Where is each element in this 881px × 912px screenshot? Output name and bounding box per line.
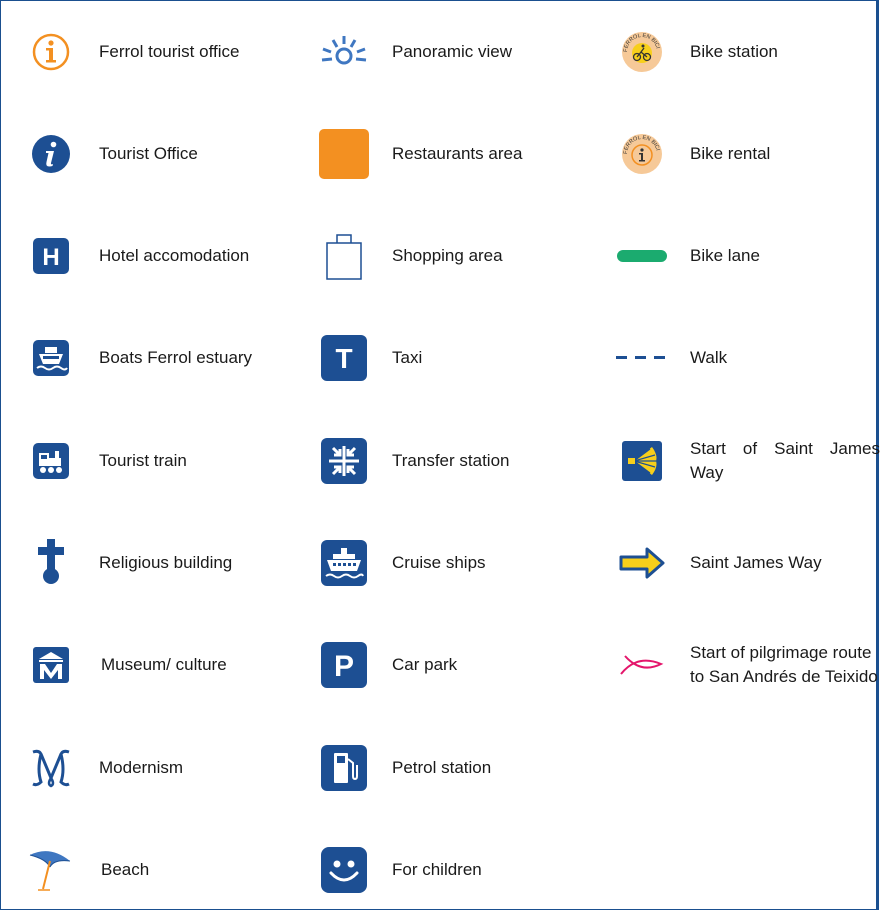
legend-label: Hotel accomodation	[99, 246, 250, 265]
legend-label: Modernism	[99, 758, 184, 777]
modernism-icon	[21, 738, 81, 798]
legend-frame: Ferrol tourist office Tourist Office H H…	[0, 0, 880, 910]
legend-label: Panoramic view	[392, 42, 512, 61]
legend-item-bike-station: FERROL EN BICI Bike station	[612, 22, 880, 82]
legend-label: Car park	[392, 655, 458, 674]
legend-label: Ferrol tourist office	[99, 42, 240, 61]
legend-label: Start of Saint James Way	[690, 439, 880, 482]
restaurant-square-icon	[314, 124, 374, 184]
panoramic-view-icon	[314, 22, 374, 82]
legend-item-train: Tourist train	[21, 431, 281, 491]
legend-item-petrol: Petrol station	[314, 738, 574, 798]
legend-item-walk: Walk	[612, 328, 880, 388]
hotel-icon: H	[21, 226, 81, 286]
legend-item-religious: Religious building	[21, 533, 281, 593]
svg-text:P: P	[334, 650, 354, 683]
legend-label: Start of pilgrimage route to San Andrés …	[690, 643, 878, 686]
legend-label: Tourist Office	[99, 144, 198, 163]
walk-dashes-icon	[612, 328, 672, 388]
legend-label: Museum/ culture	[101, 655, 227, 674]
bike-lane-icon	[612, 226, 672, 286]
legend-item-cruise: Cruise ships	[314, 533, 574, 593]
legend-item-museum: Museum/ culture	[21, 635, 281, 695]
legend-item-parking: P Car park	[314, 635, 574, 695]
legend-label: Tourist train	[99, 451, 187, 470]
legend-item-bike-lane: Bike lane	[612, 226, 880, 286]
legend-item-saint-james-start: Start of Saint James Way	[612, 431, 880, 491]
legend-label: Petrol station	[392, 758, 492, 777]
train-icon	[21, 431, 81, 491]
legend-label: Bike lane	[690, 246, 760, 265]
fish-icon	[612, 635, 672, 695]
info-outline-icon	[21, 22, 81, 82]
bike-station-icon: FERROL EN BICI	[612, 22, 672, 82]
legend-item-restaurants: Restaurants area	[314, 124, 574, 184]
bike-rental-icon: FERROL EN BICI	[612, 124, 672, 184]
legend-item-transfer: Transfer station	[314, 431, 574, 491]
yellow-arrow-icon	[612, 533, 672, 593]
legend-item-boats: Boats Ferrol estuary	[21, 328, 281, 388]
legend-label: Transfer station	[392, 451, 510, 470]
legend-label: Boats Ferrol estuary	[99, 348, 253, 367]
petrol-icon	[314, 738, 374, 798]
legend-item-tourist-office: Tourist Office	[21, 124, 281, 184]
legend-label: Restaurants area	[392, 144, 523, 163]
svg-text:H: H	[42, 244, 59, 271]
legend-item-modernism: Modernism	[21, 738, 281, 798]
legend-label: Cruise ships	[392, 553, 486, 572]
legend-label: Bike station	[690, 42, 778, 61]
legend-item-panoramic: Panoramic view	[314, 22, 574, 82]
museum-icon	[21, 635, 81, 695]
info-filled-icon	[21, 124, 81, 184]
legend-label: Religious building	[99, 553, 233, 572]
smiley-icon	[314, 840, 374, 900]
cross-icon	[21, 533, 81, 593]
boat-icon	[21, 328, 81, 388]
legend-item-shopping: Shopping area	[314, 226, 574, 286]
legend-item-pilgrimage-route: Start of pilgrimage route to San Andrés …	[612, 624, 880, 706]
shopping-bag-icon	[314, 226, 374, 286]
cruise-ship-icon	[314, 533, 374, 593]
legend-label: Walk	[690, 348, 728, 367]
legend-label: Shopping area	[392, 246, 503, 265]
legend-item-hotel: H Hotel accomodation	[21, 226, 281, 286]
legend-item-taxi: T Taxi	[314, 328, 574, 388]
legend-item-saint-james-way: Saint James Way	[612, 533, 880, 593]
taxi-icon: T	[314, 328, 374, 388]
svg-text:T: T	[335, 343, 352, 374]
legend-item-children: For children	[314, 840, 574, 900]
legend-item-bike-rental: FERROL EN BICI Bike rental	[612, 124, 880, 184]
legend-label: Saint James Way	[690, 553, 822, 572]
legend-item-ferrol-tourist-office: Ferrol tourist office	[21, 22, 281, 82]
legend-label: Beach	[101, 860, 150, 879]
legend-label: For children	[392, 860, 482, 879]
legend-item-beach: Beach	[21, 840, 281, 900]
transfer-icon	[314, 431, 374, 491]
legend-label: Taxi	[392, 348, 423, 367]
beach-umbrella-icon	[21, 840, 81, 900]
legend-label: Bike rental	[690, 144, 771, 163]
scallop-shell-icon	[612, 431, 672, 491]
parking-icon: P	[314, 635, 374, 695]
